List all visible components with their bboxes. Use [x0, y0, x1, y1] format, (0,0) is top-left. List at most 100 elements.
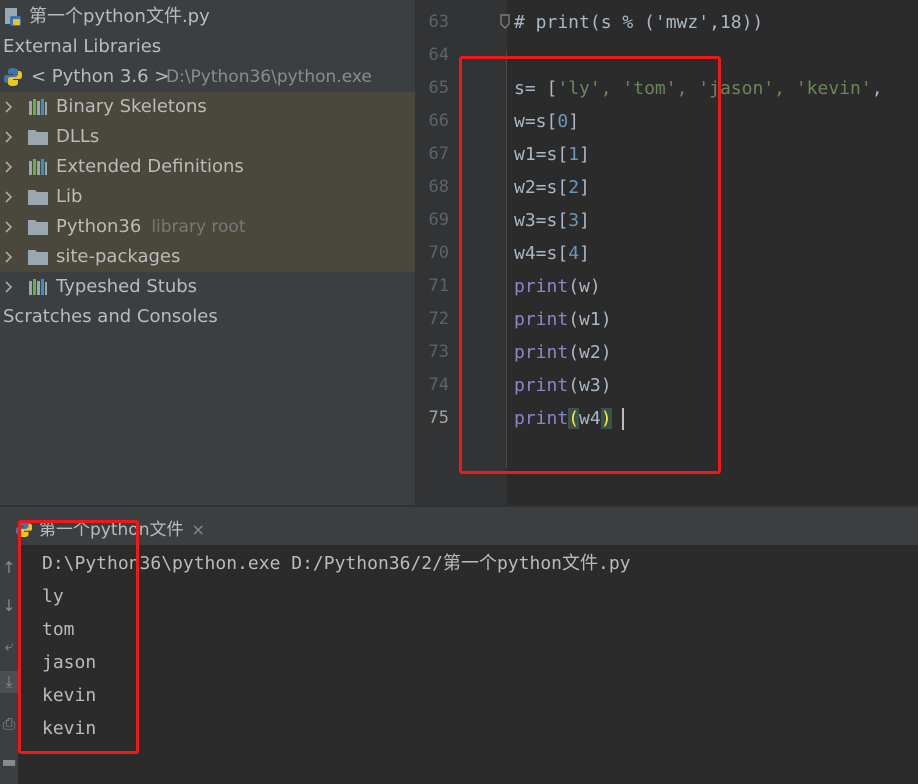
code-line-72: print(w1)	[514, 303, 612, 336]
arrow-down-icon[interactable]: ↓	[0, 595, 18, 617]
chevron-right-icon[interactable]	[3, 242, 15, 272]
chevron-right-icon[interactable]	[3, 182, 15, 212]
code-line-67: w1=s[1]	[514, 138, 590, 171]
tree-item-label: site-packages	[56, 246, 181, 267]
line-number: 69	[428, 210, 449, 230]
line-number-current: 75	[428, 408, 449, 428]
code-token: w4	[579, 408, 601, 429]
code-token: w3=s[	[514, 210, 569, 231]
code-token: ,	[600, 78, 623, 99]
tree-item-extended-definitions[interactable]: Extended Definitions	[0, 152, 415, 182]
tree-item-python-sdk[interactable]: < Python 3.6 > D:\Python36\python.exe	[0, 62, 415, 92]
tree-item-python-file[interactable]: 第一个python文件.py	[0, 2, 415, 32]
number-literal: 2	[568, 177, 580, 198]
code-line-63: # print(s % ('mwz',18))	[514, 6, 763, 39]
tree-item-label: 第一个python文件.py	[29, 6, 210, 27]
tree-item-dlls[interactable]: DLLs	[0, 122, 415, 152]
folder-icon	[28, 130, 48, 145]
run-tab[interactable]: 第一个python文件 ×	[15, 515, 205, 540]
project-panel: 第一个python文件.py External Libraries < Pyth…	[0, 0, 415, 505]
comment: # print(s % ('mwz',18))	[514, 12, 764, 33]
arrow-up-icon[interactable]: ↑	[0, 557, 18, 579]
run-panel-header: 第一个python文件 ×	[0, 505, 918, 545]
line-number: 73	[428, 342, 449, 362]
tree-item-label: Extended Definitions	[56, 156, 244, 177]
code-line-66: w=s[0]	[514, 105, 579, 138]
code-token: s= [	[514, 78, 558, 99]
string-literal: 'kevin'	[795, 78, 872, 99]
line-number: 63	[428, 12, 449, 32]
line-number: 65	[428, 78, 449, 98]
tree-item-external-libraries[interactable]: External Libraries	[0, 32, 415, 62]
console-line-command: D:\Python36\python.exe D:/Python36/2/第一个…	[42, 553, 631, 574]
tree-item-site-packages[interactable]: site-packages	[0, 242, 415, 272]
tree-item-label: Binary Skeletons	[56, 96, 207, 117]
python-file-icon	[5, 8, 21, 26]
python-logo-icon	[4, 68, 22, 86]
line-number: 70	[428, 243, 449, 263]
code-token: ]	[579, 210, 590, 231]
tree-item-label: Scratches and Consoles	[3, 306, 218, 327]
sdk-path: D:\Python36\python.exe	[166, 67, 372, 87]
scroll-to-end-icon[interactable]: ⤓	[0, 671, 18, 693]
code-token: ]	[579, 177, 590, 198]
line-number: 64	[428, 45, 449, 65]
console-output[interactable]: D:\Python36\python.exe D:/Python36/2/第一个…	[18, 520, 918, 784]
code-token: w4=s[	[514, 243, 569, 264]
tree-item-label: Lib	[56, 186, 83, 207]
code-token: ]	[579, 144, 590, 165]
chevron-right-icon[interactable]	[3, 92, 15, 122]
chevron-right-icon[interactable]	[3, 152, 15, 182]
chevron-right-icon[interactable]	[3, 272, 15, 302]
builtin-print: print	[514, 276, 569, 297]
code-token: (w)	[568, 276, 601, 297]
folder-icon	[28, 220, 48, 235]
code-line-75: print(w4)	[514, 402, 612, 435]
matched-bracket: )	[600, 408, 612, 429]
sdk-name: < Python 3.6 >	[31, 66, 170, 87]
text-cursor	[622, 408, 624, 430]
code-line-70: w4=s[4]	[514, 237, 590, 270]
builtin-print: print	[514, 309, 569, 330]
tree-item-binary-skeletons[interactable]: Binary Skeletons	[0, 92, 415, 122]
tree-item-label: DLLs	[56, 126, 100, 147]
number-literal: 3	[568, 210, 580, 231]
code-line-74: print(w3)	[514, 369, 612, 402]
chevron-right-icon[interactable]	[3, 212, 15, 242]
line-number-gutter: 63 64 65 66 67 68 69 70 71 72 73 74 75	[417, 0, 507, 505]
string-literal: 'jason'	[698, 78, 775, 99]
code-token: ,	[774, 78, 796, 99]
tree-item-lib[interactable]: Lib	[0, 182, 415, 212]
tree-item-label: Typeshed Stubs	[56, 276, 198, 297]
code-editor[interactable]: 63 64 65 66 67 68 69 70 71 72 73 74 75 #…	[417, 0, 918, 505]
tree-item-typeshed-stubs[interactable]: Typeshed Stubs	[0, 272, 415, 302]
builtin-print: print	[514, 375, 569, 396]
tree-item-scratches[interactable]: Scratches and Consoles	[0, 302, 415, 332]
builtin-print: print	[514, 408, 569, 429]
code-token: ]	[579, 243, 590, 264]
tree-item-label-wrap: Python36 library root	[56, 212, 246, 242]
code-token: w2=s[	[514, 177, 569, 198]
library-icon	[29, 159, 47, 175]
line-number: 66	[428, 111, 449, 131]
print-icon[interactable]: ⎙	[0, 713, 18, 735]
code-token: w=s[	[514, 111, 558, 132]
code-line-69: w3=s[3]	[514, 204, 590, 237]
soft-wrap-icon[interactable]: ⤶	[0, 635, 18, 657]
close-icon[interactable]: ×	[191, 520, 204, 539]
line-number: 72	[428, 309, 449, 329]
chevron-right-icon[interactable]	[3, 122, 15, 152]
code-line-65: s= ['ly', 'tom', 'jason', 'kevin',	[514, 72, 883, 105]
code-line-68: w2=s[2]	[514, 171, 590, 204]
code-token: (w3)	[568, 375, 612, 396]
fold-marker-icon[interactable]	[499, 14, 513, 30]
line-number: 67	[428, 144, 449, 164]
trash-icon[interactable]: ▬	[0, 751, 18, 773]
library-root-hint: library root	[151, 217, 246, 237]
code-token: ]	[568, 111, 580, 132]
number-literal: 4	[568, 243, 580, 264]
tree-item-python36[interactable]: Python36 library root	[0, 212, 415, 242]
code-line-71: print(w)	[514, 270, 601, 303]
code-token: (w2)	[568, 342, 612, 363]
console-line: ly	[42, 586, 64, 607]
